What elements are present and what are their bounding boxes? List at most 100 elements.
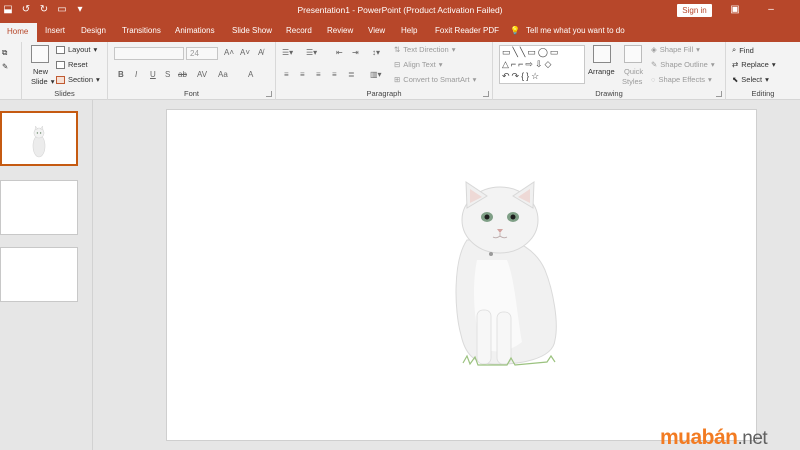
watermark-suffix: .net — [737, 428, 768, 449]
window-controls: ▣ – — [728, 3, 778, 17]
increase-font-icon[interactable]: A˄ — [224, 48, 234, 57]
increase-indent-icon[interactable]: ⇥ — [352, 48, 359, 57]
layout-button[interactable]: Layout ▾ — [56, 45, 97, 54]
copy-icon[interactable]: ⧉ — [2, 48, 7, 58]
tab-transitions[interactable]: Transitions — [122, 22, 161, 42]
arrange-button[interactable]: Arrange — [588, 67, 615, 76]
tab-animations[interactable]: Animations — [175, 22, 215, 42]
tab-view[interactable]: View — [368, 22, 385, 42]
section-icon — [56, 75, 65, 84]
tab-home[interactable]: Home — [0, 23, 37, 42]
editing-group-label: Editing — [751, 89, 775, 98]
arrange-icon — [593, 45, 611, 63]
shape-effects-button[interactable]: ◌ Shape Effects ▾ — [651, 75, 712, 84]
slide-thumbnail-2[interactable] — [0, 180, 78, 235]
sign-in-button[interactable]: Sign in — [677, 4, 712, 17]
find-button[interactable]: ⌕ Find — [732, 45, 754, 55]
find-label: Find — [739, 45, 754, 55]
shape-outline-button[interactable]: ✎ Shape Outline ▾ — [651, 60, 715, 69]
paint-bucket-icon: ◈ — [651, 45, 657, 54]
quick-styles-label[interactable]: Quick — [624, 67, 643, 76]
tab-foxit-reader-pdf[interactable]: Foxit Reader PDF — [435, 22, 499, 42]
font-group: 24 A˄ A˅ A̸ B I U S ab AV Aa A Font — [108, 42, 276, 100]
tab-insert[interactable]: Insert — [45, 22, 65, 42]
slide-thumbnail-3[interactable] — [0, 247, 78, 302]
change-case-button[interactable]: Aa — [218, 70, 228, 79]
strikethrough-button[interactable]: ab — [178, 70, 187, 79]
drawing-dialog-launcher[interactable] — [716, 91, 722, 97]
cat-image[interactable] — [167, 110, 758, 442]
quick-styles-icon — [624, 45, 642, 63]
distributed-icon[interactable]: ≣ — [348, 70, 355, 79]
clear-format-icon[interactable]: A̸ — [258, 48, 263, 57]
justify-icon[interactable]: ≡ — [332, 70, 337, 79]
chevron-down-icon: ▾ — [451, 45, 456, 54]
align-left-icon[interactable]: ≡ — [284, 70, 289, 79]
font-size-select[interactable]: 24 — [186, 47, 218, 60]
bold-button[interactable]: B — [118, 70, 124, 79]
ribbon-tabs: Home Insert Design Transitions Animation… — [0, 22, 800, 42]
chevron-down-icon: ▾ — [472, 75, 477, 84]
effects-icon: ◌ — [651, 75, 656, 84]
shape-outline-label: Shape Outline — [660, 60, 708, 69]
align-text-label: Align Text — [403, 60, 436, 69]
clipboard-group: ⧉ ✎ — [0, 42, 22, 100]
paragraph-dialog-launcher[interactable] — [483, 91, 489, 97]
numbering-icon[interactable]: ☰▾ — [306, 48, 317, 57]
align-text-button[interactable]: ⊟ Align Text ▾ — [394, 60, 442, 69]
text-direction-icon: ⇅ — [394, 45, 401, 54]
align-right-icon[interactable]: ≡ — [316, 70, 321, 79]
font-dialog-launcher[interactable] — [266, 91, 272, 97]
line-spacing-icon[interactable]: ↕▾ — [372, 48, 380, 57]
section-button[interactable]: Section ▾ — [56, 75, 100, 84]
cursor-icon: ⬉ — [732, 75, 739, 84]
new-slide-label[interactable]: New — [33, 67, 48, 76]
font-color-button[interactable]: A — [248, 70, 253, 79]
tab-slide-show[interactable]: Slide Show — [232, 22, 272, 42]
shape-effects-label: Shape Effects — [658, 75, 706, 84]
italic-button[interactable]: I — [135, 70, 137, 79]
reset-button[interactable]: Reset — [56, 60, 88, 69]
shapes-gallery[interactable]: ▭╲╲▭◯▭ △⌐⌐⇨⇩◇ ↶↷{}☆ — [499, 45, 585, 84]
underline-button[interactable]: U — [150, 70, 156, 79]
bullets-icon[interactable]: ☰▾ — [282, 48, 293, 57]
chevron-down-icon: ▾ — [93, 45, 98, 54]
pen-icon: ✎ — [651, 60, 658, 69]
tab-help[interactable]: Help — [401, 22, 417, 42]
shape-fill-button[interactable]: ◈ Shape Fill ▾ — [651, 45, 700, 54]
tab-review[interactable]: Review — [327, 22, 353, 42]
chevron-down-icon: ▾ — [438, 60, 443, 69]
align-center-icon[interactable]: ≡ — [300, 70, 305, 79]
replace-button[interactable]: ⇄ Replace ▾ — [732, 60, 776, 69]
quick-styles-label-2[interactable]: Styles — [622, 77, 642, 86]
ribbon-display-icon[interactable]: ▣ — [728, 3, 742, 17]
watermark-logo: muabán.net — [660, 426, 768, 450]
text-direction-button[interactable]: ⇅ Text Direction ▾ — [394, 45, 456, 54]
minimize-icon[interactable]: – — [764, 3, 778, 17]
shapes-row-2[interactable]: △⌐⌐⇨⇩◇ — [502, 58, 584, 70]
font-family-select[interactable] — [114, 47, 184, 60]
tell-me-search[interactable]: 💡 Tell me what you want to do — [510, 22, 625, 42]
search-icon: ⌕ — [732, 45, 737, 54]
tell-me-text: Tell me what you want to do — [525, 26, 625, 35]
format-painter-icon[interactable]: ✎ — [2, 62, 8, 71]
tab-record[interactable]: Record — [286, 22, 312, 42]
layout-icon — [56, 45, 65, 54]
char-spacing-button[interactable]: AV — [197, 70, 207, 79]
shapes-row-1[interactable]: ▭╲╲▭◯▭ — [502, 46, 584, 58]
chevron-down-icon: ▾ — [708, 75, 712, 84]
decrease-indent-icon[interactable]: ⇤ — [336, 48, 343, 57]
select-button[interactable]: ⬉ Select ▾ — [732, 75, 769, 84]
shadow-button[interactable]: S — [165, 70, 170, 79]
cat-thumbnail-icon — [32, 125, 46, 158]
convert-smartart-button[interactable]: ⊞ Convert to SmartArt ▾ — [394, 75, 476, 84]
tab-design[interactable]: Design — [81, 22, 106, 42]
decrease-font-icon[interactable]: A˅ — [240, 48, 250, 57]
shapes-row-3[interactable]: ↶↷{}☆ — [502, 70, 584, 82]
select-label: Select — [741, 75, 763, 84]
watermark-main: muabán — [660, 426, 738, 449]
columns-icon[interactable]: ▥▾ — [370, 70, 382, 79]
new-slide-label-2[interactable]: Slide ▾ — [31, 77, 54, 86]
slide-thumbnail-1[interactable] — [0, 111, 78, 166]
slide-canvas[interactable] — [166, 109, 757, 441]
